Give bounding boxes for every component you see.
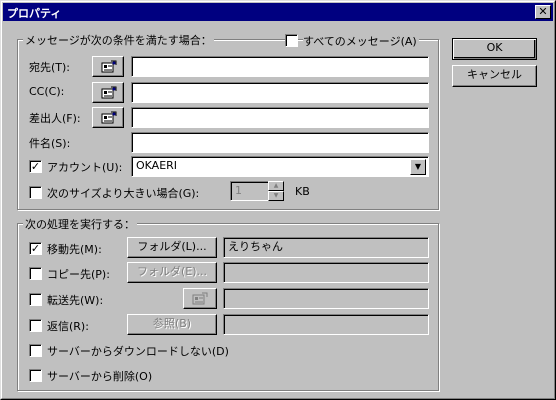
copy-label: コピー先(P): <box>47 268 110 281</box>
forward-checkbox[interactable] <box>29 293 42 306</box>
delete-from-server-label: サーバーから削除(O) <box>47 370 153 383</box>
size-spinner[interactable]: ▲ ▼ <box>268 181 284 201</box>
size-unit: KB <box>295 185 310 198</box>
properties-dialog: プロパティ ✕ OK キャンセル メッセージが次の条件を満たす場合： すべてのメ… <box>0 0 556 400</box>
from-address-book-button[interactable] <box>92 107 124 128</box>
ok-button[interactable]: OK <box>452 38 537 60</box>
to-label: 宛先(T): <box>29 61 71 74</box>
window-title: プロパティ <box>7 7 62 20</box>
account-value: OKAERI <box>136 159 178 172</box>
copy-destination-field[interactable] <box>223 262 429 283</box>
cc-address-book-button[interactable] <box>92 82 124 103</box>
address-book-icon <box>192 292 208 305</box>
no-download-label: サーバーからダウンロードしない(D) <box>47 345 229 358</box>
spin-down-icon[interactable]: ▼ <box>268 191 284 201</box>
from-field[interactable] <box>131 107 429 128</box>
size-checkbox[interactable] <box>29 186 42 199</box>
address-book-icon <box>101 111 117 124</box>
close-button[interactable]: ✕ <box>535 5 551 19</box>
move-label: 移動先(M): <box>47 243 102 256</box>
chevron-down-icon[interactable]: ▼ <box>410 159 426 175</box>
reply-checkbox[interactable] <box>29 319 42 332</box>
address-book-icon <box>101 86 117 99</box>
cc-field[interactable] <box>131 82 429 103</box>
copy-folder-button[interactable]: フォルダ(E)... <box>127 262 217 283</box>
all-messages-label: すべてのメッセージ(A) <box>303 33 419 49</box>
subject-field[interactable] <box>131 132 429 153</box>
forward-label: 転送先(W): <box>47 294 104 307</box>
from-label: 差出人(F): <box>29 112 81 125</box>
all-messages-checkbox[interactable] <box>285 34 298 47</box>
to-address-book-button[interactable] <box>92 56 124 77</box>
delete-from-server-checkbox[interactable] <box>29 369 42 382</box>
conditions-group-label: メッセージが次の条件を満たす場合： <box>23 32 214 48</box>
move-checkbox[interactable]: ✓ <box>29 242 42 255</box>
no-download-checkbox[interactable] <box>29 344 42 357</box>
move-folder-button[interactable]: フォルダ(L)... <box>127 237 217 258</box>
forward-address-book-button[interactable] <box>183 288 217 309</box>
address-book-icon <box>101 60 117 73</box>
account-label: アカウント(U): <box>47 161 123 174</box>
reply-browse-button[interactable]: 参照(B) <box>127 314 217 335</box>
actions-group-label: 次の処理を実行する： <box>23 216 137 232</box>
title-bar[interactable]: プロパティ ✕ <box>3 3 553 21</box>
copy-checkbox[interactable] <box>29 267 42 280</box>
cancel-button[interactable]: キャンセル <box>452 65 537 87</box>
account-dropdown[interactable]: OKAERI ▼ <box>131 156 429 177</box>
cc-label: CC(C): <box>29 85 65 98</box>
subject-label: 件名(S): <box>29 137 71 150</box>
size-label: 次のサイズより大きい場合(G): <box>47 187 200 200</box>
to-field[interactable] <box>131 56 429 77</box>
spin-up-icon[interactable]: ▲ <box>268 181 284 191</box>
reply-label: 返信(R): <box>47 320 89 333</box>
reply-file-field[interactable] <box>223 314 429 335</box>
forward-address-field[interactable] <box>223 288 429 309</box>
account-checkbox[interactable]: ✓ <box>29 160 42 173</box>
size-field[interactable]: 1 <box>230 181 270 201</box>
move-destination-field[interactable]: えりちゃん <box>223 237 429 258</box>
